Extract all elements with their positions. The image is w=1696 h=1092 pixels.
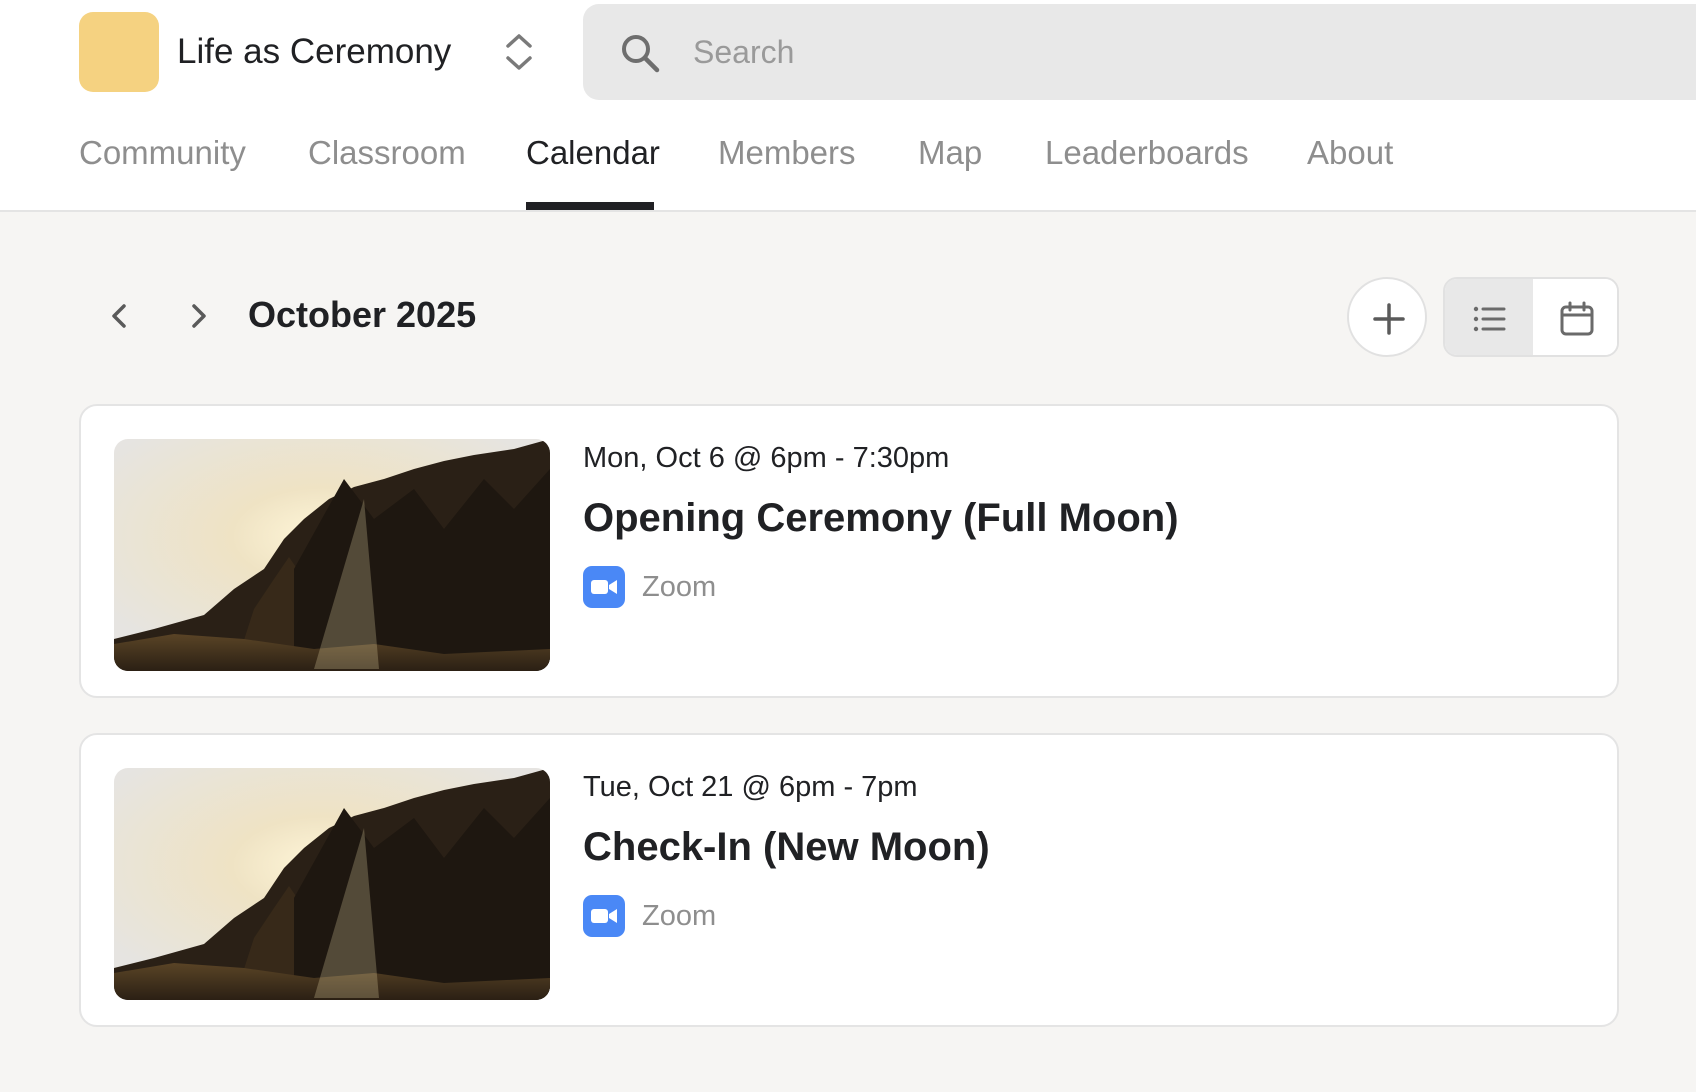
list-view-button[interactable] [1445, 279, 1533, 355]
top-bar: Life as Ceremony Community Classroom Cal… [0, 0, 1696, 212]
community-switcher-icon[interactable] [502, 30, 536, 74]
event-location: Zoom [583, 895, 716, 937]
nav-tabs: Community Classroom Calendar Members Map… [0, 120, 1696, 212]
event-card[interactable]: Mon, Oct 6 @ 6pm - 7:30pm Opening Ceremo… [79, 404, 1619, 698]
event-date-time: Mon, Oct 6 @ 6pm - 7:30pm [583, 442, 950, 474]
list-icon [1473, 306, 1506, 332]
tab-classroom[interactable]: Classroom [308, 134, 466, 172]
next-month-icon[interactable] [178, 296, 218, 336]
community-name[interactable]: Life as Ceremony [177, 32, 451, 72]
search-input[interactable] [693, 4, 1593, 100]
tab-about[interactable]: About [1307, 134, 1393, 172]
location-label: Zoom [642, 899, 717, 932]
add-event-button[interactable] [1347, 277, 1427, 357]
previous-month-icon[interactable] [100, 296, 140, 336]
event-location: Zoom [583, 566, 716, 608]
tab-members[interactable]: Members [718, 134, 856, 172]
tab-map[interactable]: Map [918, 134, 982, 172]
view-toggle [1443, 277, 1619, 357]
tab-community[interactable]: Community [79, 134, 246, 172]
tab-calendar[interactable]: Calendar [526, 134, 660, 172]
active-tab-indicator [526, 202, 654, 210]
location-label: Zoom [642, 570, 717, 603]
event-card[interactable]: Tue, Oct 21 @ 6pm - 7pm Check-In (New Mo… [79, 733, 1619, 1027]
event-image [114, 768, 550, 1000]
event-title[interactable]: Opening Ceremony (Full Moon) [583, 496, 1179, 541]
calendar-view-button[interactable] [1533, 279, 1617, 355]
search-bar[interactable] [583, 4, 1696, 100]
community-logo[interactable] [79, 12, 159, 92]
calendar-toolbar: October 2025 [0, 270, 1696, 362]
plus-icon [1373, 303, 1405, 335]
community-brand[interactable]: Life as Ceremony [79, 12, 451, 92]
month-title: October 2025 [248, 294, 477, 335]
event-image [114, 439, 550, 671]
zoom-icon [583, 895, 625, 937]
event-title[interactable]: Check-In (New Moon) [583, 825, 990, 870]
event-date-time: Tue, Oct 21 @ 6pm - 7pm [583, 771, 918, 803]
zoom-icon [583, 566, 625, 608]
calendar-icon [1560, 301, 1594, 336]
search-icon [622, 35, 660, 73]
tab-leaderboards[interactable]: Leaderboards [1045, 134, 1249, 172]
